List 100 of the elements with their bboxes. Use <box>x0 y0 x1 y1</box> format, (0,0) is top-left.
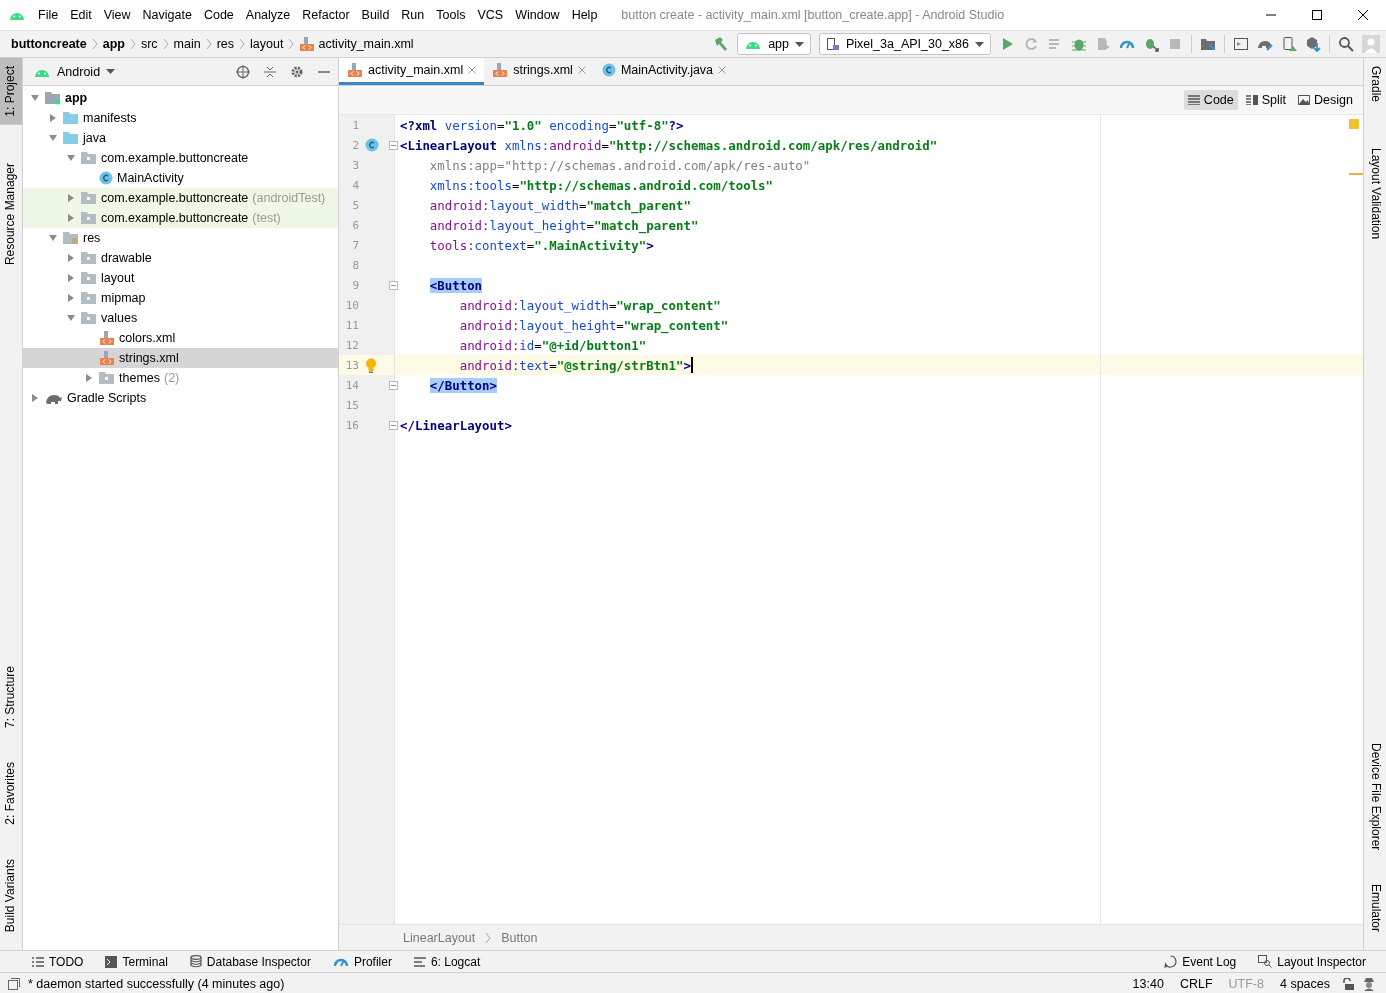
avd-manager-icon[interactable] <box>1233 36 1249 52</box>
status-item[interactable]: 13:40 <box>1128 977 1168 991</box>
hammer-icon[interactable] <box>713 36 730 52</box>
tool-window-tab[interactable]: 7: Structure <box>0 658 22 737</box>
tool-window-button[interactable]: Layout Inspector <box>1258 954 1366 969</box>
close-tab-icon[interactable] <box>577 66 586 74</box>
editor-tab[interactable]: strings.xml <box>484 58 594 85</box>
tool-window-tab[interactable]: 2: Favorites <box>0 754 22 833</box>
view-mode-button[interactable]: Design <box>1294 90 1357 110</box>
tree-row[interactable]: colors.xml <box>23 328 338 348</box>
tree-row[interactable]: layout <box>23 268 338 288</box>
collapsed-arrow-icon[interactable] <box>66 193 76 203</box>
xml-breadcrumb[interactable]: LinearLayout <box>403 930 476 945</box>
breadcrumb[interactable]: app <box>99 37 128 51</box>
tool-window-button[interactable]: Database Inspector <box>189 954 311 969</box>
menu-item[interactable]: Edit <box>64 6 98 24</box>
close-tab-icon[interactable] <box>718 66 727 74</box>
status-item[interactable]: 4 spaces <box>1275 977 1334 991</box>
view-mode-button[interactable]: Split <box>1241 90 1291 110</box>
close-icon[interactable] <box>1358 10 1368 20</box>
tool-window-button[interactable]: 6: Logcat <box>413 954 481 969</box>
collapsed-arrow-icon[interactable] <box>66 213 76 223</box>
collapsed-arrow-icon[interactable] <box>66 273 76 283</box>
tree-row[interactable]: com.example.buttoncreate (test) <box>23 208 338 228</box>
sdk-manager-icon[interactable] <box>1305 36 1321 52</box>
breadcrumb[interactable]: buttoncreate <box>8 37 90 51</box>
close-tab-icon[interactable] <box>468 66 477 74</box>
tool-window-button[interactable]: Event Log <box>1164 954 1237 969</box>
tool-window-button[interactable]: Terminal <box>105 954 168 969</box>
tree-row[interactable]: com.example.buttoncreate <box>23 148 338 168</box>
tree-row[interactable]: MainActivity <box>23 168 338 188</box>
breadcrumb[interactable]: src <box>137 37 161 51</box>
collapsed-arrow-icon[interactable] <box>84 373 94 383</box>
menu-item[interactable]: Window <box>509 6 566 24</box>
tree-row[interactable]: res <box>23 228 338 248</box>
fold-marker-icon[interactable] <box>389 381 398 390</box>
tool-window-tab[interactable]: Resource Manager <box>0 154 22 273</box>
menu-item[interactable]: Run <box>395 6 431 24</box>
tree-row[interactable]: Gradle Scripts <box>23 388 338 408</box>
tree-row[interactable]: drawable <box>23 248 338 268</box>
menu-item[interactable]: VCS <box>471 6 510 24</box>
expanded-arrow-icon[interactable] <box>48 233 58 243</box>
menu-item[interactable]: Analyze <box>239 6 297 24</box>
menu-item[interactable]: Help <box>565 6 604 24</box>
tree-row[interactable]: themes (2) <box>23 368 338 388</box>
collapsed-arrow-icon[interactable] <box>30 393 40 403</box>
breadcrumb[interactable]: main <box>170 37 204 51</box>
inspector-icon[interactable] <box>1362 977 1376 991</box>
breadcrumb[interactable]: activity_main.xml <box>296 36 417 52</box>
lightbulb-icon[interactable] <box>365 358 377 373</box>
tool-window-button[interactable]: TODO <box>32 954 84 969</box>
device-manager-icon[interactable] <box>1281 36 1297 52</box>
tool-window-tab[interactable]: Device File Explorer <box>1364 734 1386 858</box>
breadcrumb[interactable]: layout <box>247 37 287 51</box>
fold-marker-icon[interactable] <box>389 281 398 290</box>
editor-tab[interactable]: activity_main.xml <box>339 58 485 85</box>
tree-row[interactable]: com.example.buttoncreate (androidTest) <box>23 188 338 208</box>
xml-breadcrumb[interactable]: Button <box>501 930 538 945</box>
status-item[interactable]: CRLF <box>1175 977 1217 991</box>
collapsed-arrow-icon[interactable] <box>66 253 76 263</box>
tree-row[interactable]: mipmap <box>23 288 338 308</box>
tree-row[interactable]: strings.xml <box>23 348 338 368</box>
menu-item[interactable]: Refactor <box>296 6 356 24</box>
device-dropdown[interactable]: Pixel_3a_API_30_x86 <box>819 33 991 55</box>
menu-item[interactable]: Navigate <box>136 6 198 24</box>
menu-item[interactable]: Build <box>355 6 396 24</box>
fold-marker-icon[interactable] <box>389 141 398 150</box>
search-icon[interactable] <box>1338 36 1354 52</box>
expanded-arrow-icon[interactable] <box>48 133 58 143</box>
tool-window-tab[interactable]: Emulator <box>1364 875 1386 940</box>
expanded-arrow-icon[interactable] <box>66 313 76 323</box>
menu-item[interactable]: File <box>32 6 65 24</box>
collapsed-arrow-icon[interactable] <box>48 113 58 123</box>
menu-item[interactable]: View <box>97 6 137 24</box>
project-structure-icon[interactable] <box>1200 36 1216 52</box>
attach-debugger-icon[interactable] <box>1143 36 1159 52</box>
editor-tab[interactable]: MainActivity.java <box>593 58 735 85</box>
tool-window-button[interactable]: Profiler <box>332 953 392 970</box>
run-configuration-dropdown[interactable]: app <box>737 33 811 55</box>
tool-window-tab[interactable]: 1: Project <box>0 58 22 125</box>
view-mode-button[interactable]: Code <box>1183 90 1238 110</box>
tree-row[interactable]: values <box>23 308 338 328</box>
tool-window-tab[interactable]: Layout Validation <box>1364 140 1386 248</box>
locate-icon[interactable] <box>236 64 250 79</box>
collapse-all-icon[interactable] <box>264 64 276 79</box>
expanded-arrow-icon[interactable] <box>66 153 76 163</box>
panel-toggle-icon[interactable] <box>8 978 20 990</box>
project-view-dropdown[interactable]: Android <box>57 64 101 79</box>
tree-row[interactable]: app <box>23 88 338 108</box>
breadcrumb[interactable]: res <box>213 37 238 51</box>
collapsed-arrow-icon[interactable] <box>66 293 76 303</box>
maximize-icon[interactable] <box>1312 10 1322 20</box>
menu-item[interactable]: Tools <box>430 6 472 24</box>
tree-row[interactable]: manifests <box>23 108 338 128</box>
tool-window-tab[interactable]: Gradle <box>1364 58 1386 111</box>
tool-window-tab[interactable]: Build Variants <box>0 850 22 940</box>
tree-row[interactable]: java <box>23 128 338 148</box>
fold-marker-icon[interactable] <box>389 421 398 430</box>
menu-item[interactable]: Code <box>197 6 240 24</box>
settings-icon[interactable] <box>290 64 304 79</box>
